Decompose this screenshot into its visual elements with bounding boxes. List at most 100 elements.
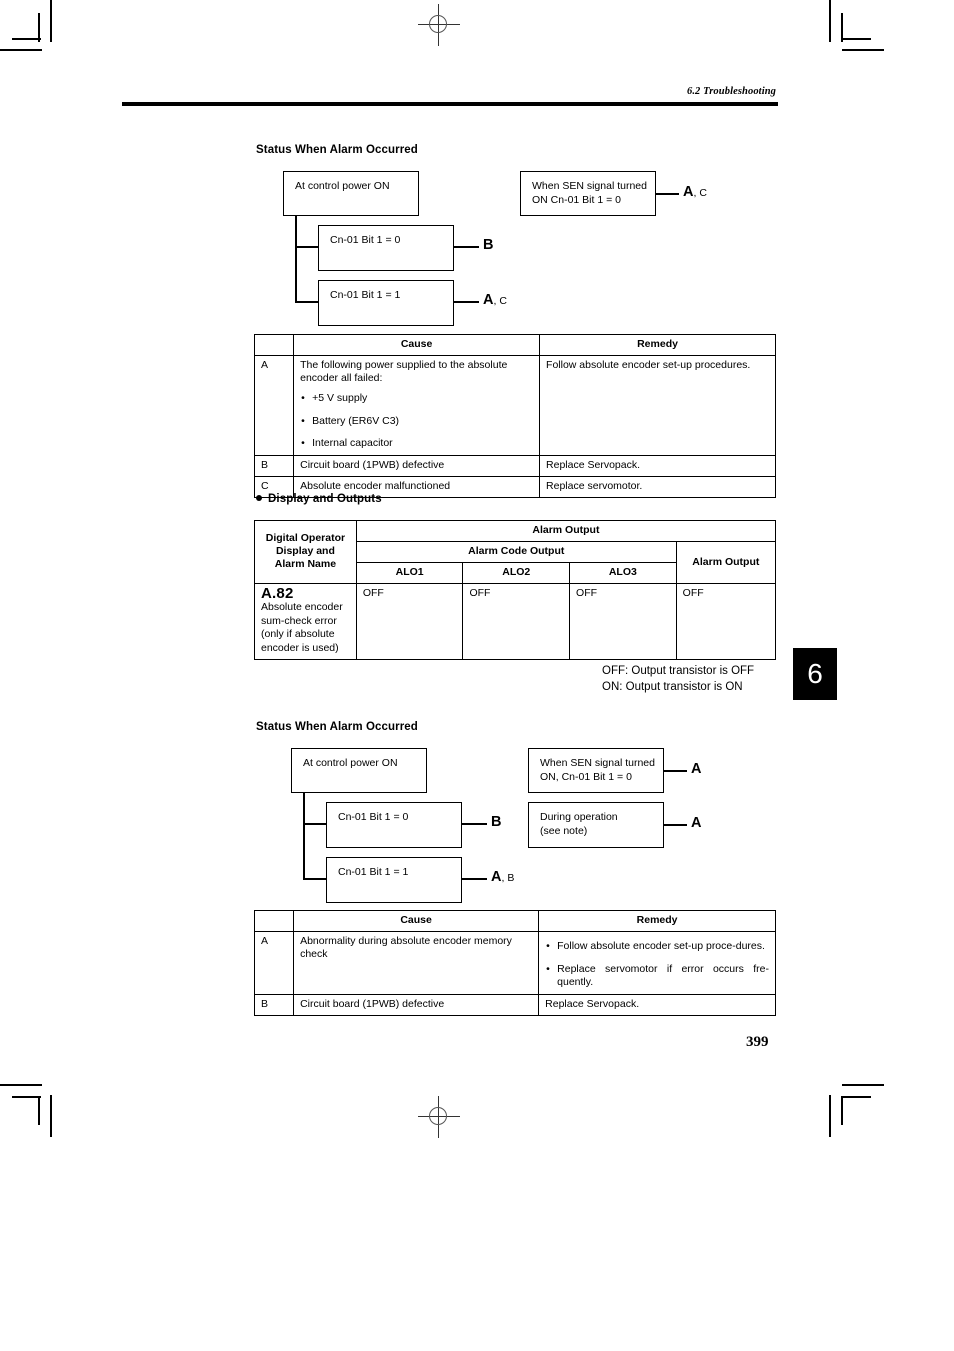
diagram2-box2-lead [462, 823, 487, 825]
crop-mark-top-right-outer-v [829, 0, 831, 42]
row-remedy: Follow absolute encoder set-up proce-dur… [538, 931, 776, 995]
alarm-code: A.82 [261, 585, 294, 602]
row-remedy: Replace Servopack. [538, 993, 776, 1016]
col-header-alo1: ALO1 [355, 562, 464, 584]
diagram2-label-b-primary: B [491, 814, 502, 830]
diagram1-label-b: B [483, 237, 493, 253]
section1-flow-diagram: At control power ON Cn-01 Bit 1 = 0 B Cn… [256, 165, 776, 326]
col-header-cause: Cause [293, 910, 540, 932]
alarm-description: Absolute encoder sum-check error (only i… [261, 601, 343, 654]
diagram2-box5-lead [664, 824, 687, 826]
list-item: Internal capacitor [300, 437, 533, 451]
diagram1-branch-to-box3 [295, 301, 320, 303]
diagram2-label-ab-primary: A [491, 869, 502, 885]
diagram2-box-cn01-bit1-0-text: Cn-01 Bit 1 = 0 [338, 811, 409, 823]
row-cause-bullets: +5 V supply Battery (ER6V C3) Internal c… [300, 392, 533, 451]
display-and-outputs-table: Digital Operator Display and Alarm Name … [254, 520, 777, 660]
diagram2-label-ab: A, B [491, 869, 514, 885]
section3-cause-remedy-table: Cause Remedy A Abnormality during absolu… [253, 910, 776, 1016]
diagram2-trunk-vertical [303, 793, 305, 879]
list-item: +5 V supply [300, 392, 533, 406]
diagram2-label-a-top: A [691, 761, 701, 777]
col-header-blank [253, 910, 295, 932]
diagram1-label-b-primary: B [483, 237, 494, 253]
crop-mark-bottom-right-inner-v [841, 1096, 843, 1125]
diagram1-box-at-control-power-on: At control power ON [283, 171, 419, 216]
crop-mark-bottom-right-outer-v [829, 1095, 831, 1137]
crop-mark-bottom-left-outer-h [0, 1084, 42, 1086]
section2-title: Display and Outputs [256, 493, 382, 505]
row-letter: A [253, 355, 295, 456]
section3-title: Status When Alarm Occurred [256, 721, 418, 733]
section3-flow-diagram: At control power ON Cn-01 Bit 1 = 0 B Cn… [256, 742, 776, 903]
list-item: Follow absolute encoder set-up proce-dur… [545, 940, 769, 954]
table-row: A Abnormality during absolute encoder me… [253, 931, 776, 995]
col-header-remedy: Remedy [538, 910, 776, 932]
diagram2-box-at-control-power-on-text: At control power ON [303, 757, 398, 769]
section1-cause-remedy-table: Cause Remedy A The following power suppl… [253, 334, 776, 498]
section1-title: Status When Alarm Occurred [256, 144, 418, 156]
col-header-alo3: ALO3 [569, 562, 677, 584]
diagram2-box-cn01-bit1-0: Cn-01 Bit 1 = 0 [326, 802, 462, 848]
table-header-row: Cause Remedy [253, 910, 776, 932]
alo2-value: OFF [462, 583, 571, 660]
col-header-alarm-output: Alarm Output [675, 541, 777, 584]
table-row: B Circuit board (1PWB) defective Replace… [253, 454, 776, 477]
row-remedy: Replace servomotor. [539, 475, 776, 498]
diagram2-label-a-bottom-primary: A [691, 815, 702, 831]
table-row: A.82 Absolute encoder sum-check error (o… [254, 583, 777, 660]
diagram1-branch-to-box2 [295, 246, 320, 248]
bullet-dot-icon [256, 494, 262, 501]
diagram1-label-ac-primary: A [483, 292, 494, 308]
list-item: Replace servomotor if error occurs fre-q… [545, 963, 769, 990]
crop-mark-top-left-outer-h [0, 49, 42, 51]
chapter-tab: 6 [793, 648, 837, 700]
table-row: A The following power supplied to the ab… [253, 355, 776, 456]
diagram1-box-cn01-bit1-1: Cn-01 Bit 1 = 1 [318, 280, 454, 326]
diagram2-box-sen-signal: When SEN signal turned ON, Cn-01 Bit 1 =… [528, 748, 664, 793]
crop-mark-bottom-left-inner-h [12, 1096, 41, 1098]
diagram2-label-b: B [491, 814, 501, 830]
diagram1-label-ac-right-secondary: , C [693, 187, 707, 199]
list-item: Battery (ER6V C3) [300, 415, 533, 429]
col-header-digital-operator: Digital Operator Display and Alarm Name [254, 520, 357, 584]
alo1-value: OFF [355, 583, 464, 660]
section2-title-text: Display and Outputs [268, 493, 382, 505]
diagram2-box-at-control-power-on: At control power ON [291, 748, 427, 793]
row-cause: Circuit board (1PWB) defective [293, 993, 540, 1016]
col-header-alo2: ALO2 [462, 562, 571, 584]
registration-mark-bottom [418, 1096, 460, 1138]
crop-mark-top-right-outer-h [842, 49, 884, 51]
crop-mark-top-left-inner-h [12, 38, 41, 40]
diagram2-box-sen-signal-text: When SEN signal turned ON, Cn-01 Bit 1 =… [540, 757, 655, 783]
diagram1-box3-lead [454, 301, 479, 303]
row-cause: Circuit board (1PWB) defective [293, 454, 541, 477]
diagram1-label-ac-right-primary: A [683, 184, 694, 200]
diagram1-box2-lead [454, 246, 479, 248]
row-cause: The following power supplied to the abso… [293, 355, 541, 456]
diagram2-label-ab-secondary: , B [501, 872, 515, 884]
row-letter: B [253, 993, 295, 1016]
diagram2-label-a-bottom: A [691, 815, 701, 831]
diagram1-label-ac-secondary: , C [493, 295, 507, 307]
diagram1-box-sen-signal: When SEN signal turned ON Cn-01 Bit 1 = … [520, 171, 656, 216]
table-header-row: Digital Operator Display and Alarm Name … [254, 520, 777, 584]
diagram2-branch-to-box2 [303, 823, 328, 825]
diagram2-box4-lead [664, 770, 687, 772]
diagram1-trunk-vertical [295, 216, 297, 302]
alarm-name-cell: A.82 Absolute encoder sum-check error (o… [254, 583, 357, 660]
row-cause-intro: The following power supplied to the abso… [300, 359, 508, 384]
table-row: B Circuit board (1PWB) defective Replace… [253, 993, 776, 1016]
crop-mark-top-right-inner-h [842, 38, 871, 40]
alarm-output-value: OFF [675, 583, 777, 660]
col-header-remedy: Remedy [539, 334, 776, 356]
running-head-text: 6.2 Troubleshooting [686, 86, 776, 97]
diagram2-box-cn01-bit1-1: Cn-01 Bit 1 = 1 [326, 857, 462, 903]
diagram1-box4-lead [656, 193, 679, 195]
diagram2-box-during-operation-text: During operation (see note) [540, 811, 618, 837]
diagram2-box3-lead [462, 878, 487, 880]
col-header-alarm-code-output: Alarm Code Output [355, 541, 677, 563]
row-letter: B [253, 454, 295, 477]
col-header-cause: Cause [293, 334, 541, 356]
col-header-alarm-output-group: Alarm Output [355, 520, 777, 542]
